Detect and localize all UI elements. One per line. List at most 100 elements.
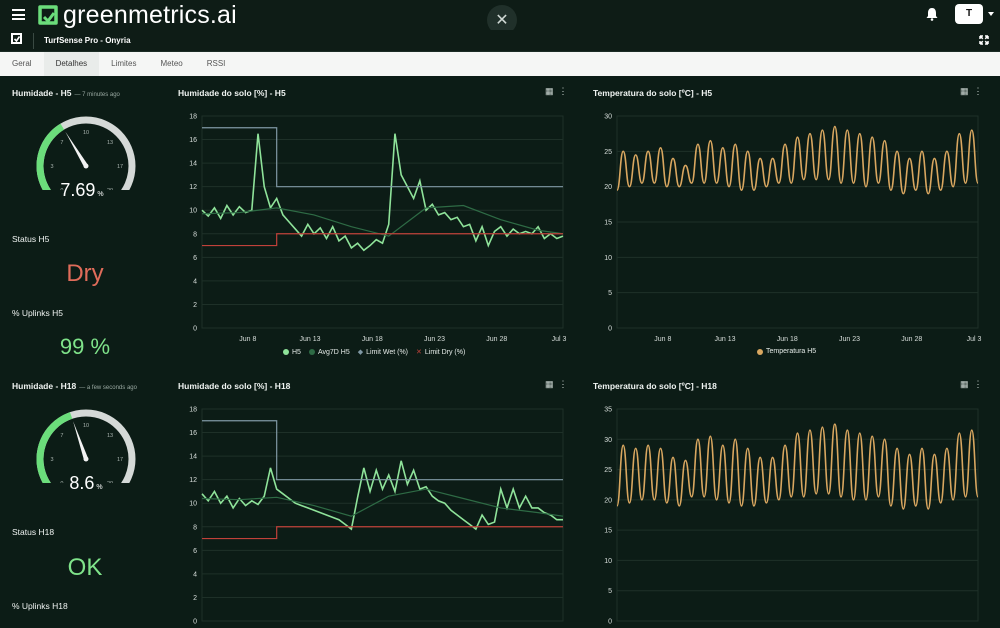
gauge-tick-label: 17 <box>117 164 123 170</box>
logo[interactable]: greenmetrics.ai <box>37 2 237 28</box>
top-bar: greenmetrics.ai ✕ T <box>0 0 1000 35</box>
tab-meteo[interactable]: Meteo <box>148 52 194 76</box>
temperature-chart-legend: Temperatura H5 <box>757 348 824 355</box>
series-line-3 <box>202 526 563 540</box>
temperature-chart-title: Temperatura do solo [ºC] - H5 <box>593 88 713 98</box>
calendar-icon[interactable]: ▦ <box>960 86 969 96</box>
gauge-needle <box>65 131 88 168</box>
tab-detalhes[interactable]: Detalhes <box>43 52 100 76</box>
logo-mark-icon <box>38 5 58 25</box>
legend-label: Limit Dry (%) <box>424 348 466 356</box>
calendar-icon[interactable]: ▦ <box>545 86 554 96</box>
gauge-panel-title: Humidade - H5— 7 minutes ago <box>12 88 120 98</box>
y-tick-label: 12 <box>189 184 197 191</box>
x-tick-label: Jun 28 <box>486 336 507 343</box>
tab-rssi[interactable]: RSSI <box>195 52 238 76</box>
legend-label: Avg7D H5 <box>317 348 350 356</box>
legend-label: H5 <box>292 348 301 356</box>
humidity-chart-h18: 024681012141618Jun 8Jun 13Jun 18Jun 23Ju… <box>189 407 564 626</box>
gauge-title-text: Humidade - H18 <box>12 381 77 391</box>
humidity-chart-h5: 0 2 4 6 8 10 12 14 16 18 Jun 8 Jun 13 Jun 18 Jun 23 Ju… <box>189 114 566 344</box>
y-tick-label: 25 <box>604 467 612 474</box>
humidity-chart-icons: ▦ ⋮ <box>545 379 568 390</box>
y-tick-label: 10 <box>189 501 197 508</box>
y-tick-label: 6 <box>193 255 197 262</box>
y-tick-label: 4 <box>193 571 197 578</box>
gauge-tick-label: 13 <box>107 140 113 146</box>
legend-item-temperatura[interactable]: Temperatura H5 <box>757 348 816 355</box>
y-tick-label: 10 <box>604 255 612 262</box>
legend-item-avg[interactable]: Avg7D H5 <box>308 348 350 356</box>
user-avatar-button[interactable]: T <box>955 4 983 24</box>
gauge-tick-label: 7 <box>60 433 63 439</box>
gauge-tick-label: 10 <box>83 423 89 429</box>
legend-label: Limit Wet (%) <box>366 348 408 356</box>
gauge-timestamp: — 7 minutes ago <box>74 92 120 98</box>
gauge-tick-label: 17 <box>117 457 123 463</box>
close-icon: ✕ <box>495 12 509 29</box>
legend-dot <box>283 349 289 355</box>
temperature-chart-icons: ▦ ⋮ <box>960 86 983 97</box>
y-tick-label: 6 <box>193 548 197 555</box>
calendar-icon[interactable]: ▦ <box>545 379 554 389</box>
gauge-needle-hub <box>83 456 89 462</box>
more-options-icon[interactable]: ⋮ <box>559 379 568 389</box>
uplinks-label: % Uplinks H18 <box>12 601 68 611</box>
y-tick-label: 20 <box>604 184 612 191</box>
gauge-tick-label: 3 <box>50 164 53 170</box>
y-tick-label: 35 <box>604 407 612 414</box>
y-tick-label: 18 <box>189 114 197 121</box>
y-tick-label: 25 <box>604 149 612 156</box>
gauge-panel-title: Humidade - H18— a few seconds ago <box>12 381 137 391</box>
humidity-gauge: 03710131720 <box>36 409 136 483</box>
gauge-tick-label: 7 <box>60 140 63 146</box>
bell-icon[interactable] <box>925 7 939 21</box>
chevron-down-icon[interactable] <box>988 12 994 16</box>
series-line-0 <box>201 133 564 252</box>
gauge-unit: % <box>96 484 103 491</box>
menu-icon[interactable] <box>12 9 25 20</box>
humidity-chart-icons: ▦ ⋮ <box>545 86 568 97</box>
legend-dot <box>308 349 315 355</box>
tab-geral[interactable]: Geral <box>0 52 44 76</box>
legend-item-limit-wet[interactable]: ◆ Limit Wet (%) <box>358 348 408 357</box>
legend-item-h5[interactable]: H5 <box>283 349 301 356</box>
x-tick-label: Jun 13 <box>300 336 321 343</box>
temperature-chart-title: Temperatura do solo [ºC] - H18 <box>593 381 717 391</box>
legend-dot <box>757 348 763 355</box>
tab-limites[interactable]: Limites <box>99 52 148 76</box>
x-tick-label: Jun 23 <box>839 336 860 343</box>
gauge-tick-label: 10 <box>83 130 89 136</box>
gauge-value: 8.6 <box>69 473 95 493</box>
more-options-icon[interactable]: ⋮ <box>559 86 568 96</box>
more-options-icon[interactable]: ⋮ <box>974 379 983 389</box>
y-tick-label: 15 <box>604 220 612 227</box>
fullscreen-icon[interactable] <box>979 35 989 45</box>
calendar-icon[interactable]: ▦ <box>960 379 969 389</box>
y-tick-label: 30 <box>604 114 612 121</box>
x-tick-label: Jun 18 <box>777 336 798 343</box>
humidity-chart-legend: H5 Avg7D H5 ◆ Limit Wet (%) ✕ Limit Dry (%… <box>283 348 473 356</box>
status-value: Dry <box>66 260 104 287</box>
y-tick-label: 12 <box>189 477 197 484</box>
gauge-unit: % <box>97 191 104 198</box>
gauge-timestamp: — a few seconds ago <box>79 385 137 391</box>
series-line-0 <box>616 125 979 195</box>
temperature-chart-h5: 0 5 10 15 20 25 30 Jun 8 Jun 13 Jun 18 Jun 23 Jun 2… <box>604 114 981 344</box>
plot-frame <box>616 408 979 622</box>
y-tick-label: 8 <box>193 524 197 531</box>
device-title: TurfSense Pro - Onyria <box>44 36 131 45</box>
logo-text: greenmetrics.ai <box>63 1 237 29</box>
status-label: Status H18 <box>12 527 55 537</box>
more-options-icon[interactable]: ⋮ <box>974 86 983 96</box>
legend-item-limit-dry[interactable]: ✕ Limit Dry (%) <box>416 348 466 357</box>
y-tick-label: 8 <box>193 231 197 238</box>
gauge-tick-label: 3 <box>50 457 53 463</box>
status-label: Status H5 <box>12 234 50 244</box>
y-tick-label: 14 <box>189 161 197 168</box>
y-tick-label: 10 <box>189 208 197 215</box>
x-tick-label: Jun 8 <box>239 336 256 343</box>
tab-bar: Geral Detalhes Limites Meteo RSSI <box>0 52 1000 76</box>
y-tick-label: 5 <box>608 290 612 297</box>
y-tick-label: 0 <box>193 619 197 626</box>
